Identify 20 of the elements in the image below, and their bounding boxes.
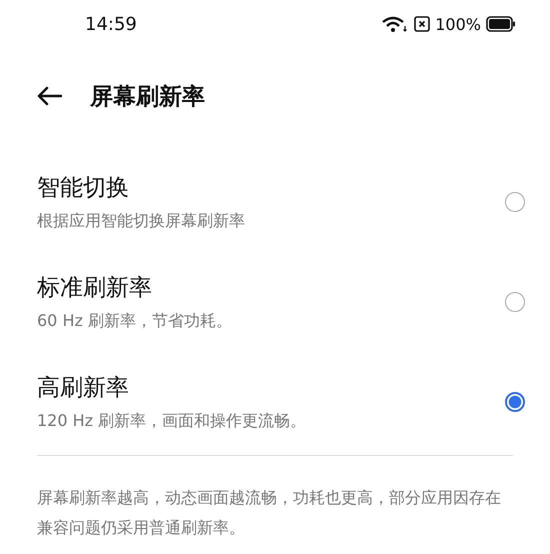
option-description: 120 Hz 刷新率，画面和操作更流畅。 — [37, 411, 306, 432]
option-title: 高刷新率 — [37, 374, 129, 403]
option-title: 标准刷新率 — [37, 274, 152, 303]
no-sim-icon — [414, 16, 430, 32]
footnote-text: 屏幕刷新率越高，动态画面越流畅，功耗也更高，部分应用因存在兼容问题仍采用普通刷新率。 — [36, 487, 502, 539]
battery-icon — [486, 16, 516, 32]
status-time: 14:59 — [85, 14, 137, 34]
option-description: 根据应用智能切换屏幕刷新率 — [37, 211, 245, 232]
radio-button[interactable] — [505, 192, 525, 212]
back-icon[interactable] — [36, 86, 62, 106]
option-description: 60 Hz 刷新率，节省功耗。 — [37, 311, 232, 332]
radio-button[interactable] — [505, 392, 525, 412]
option-row[interactable]: 标准刷新率 60 Hz 刷新率，节省功耗。 — [0, 252, 550, 352]
page-title: 屏幕刷新率 — [90, 82, 205, 112]
option-title: 智能切换 — [37, 174, 129, 203]
option-row[interactable]: 智能切换 根据应用智能切换屏幕刷新率 — [0, 152, 550, 252]
option-row[interactable]: 高刷新率 120 Hz 刷新率，画面和操作更流畅。 — [0, 352, 550, 452]
wifi-icon — [381, 15, 410, 33]
battery-percent: 100% — [435, 14, 481, 34]
radio-button[interactable] — [505, 292, 525, 312]
